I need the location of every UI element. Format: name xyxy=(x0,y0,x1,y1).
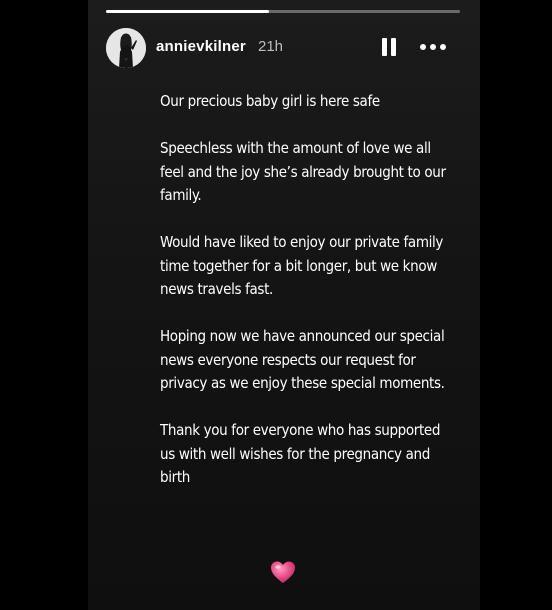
caption-paragraph: Would have liked to enjoy our private fa… xyxy=(160,233,444,298)
caption-paragraph: Our precious baby girl is here safe xyxy=(160,92,380,110)
story-progress-fill xyxy=(106,10,269,13)
profile-photo-icon xyxy=(106,28,146,68)
more-options-button[interactable] xyxy=(420,42,448,52)
avatar[interactable] xyxy=(106,28,146,68)
story-progress-bar xyxy=(106,10,460,13)
pause-icon xyxy=(382,38,387,56)
pink-heart-icon xyxy=(271,561,295,583)
more-options-icon xyxy=(420,44,426,50)
story-timestamp: 21h xyxy=(258,38,284,55)
caption-paragraph: Thank you for everyone who has supported… xyxy=(160,421,441,486)
story-username[interactable]: annievkilner xyxy=(156,38,246,55)
pause-button[interactable] xyxy=(382,38,398,58)
story-caption: Our precious baby girl is here safe Spee… xyxy=(160,90,450,513)
story-header: annievkilner 21h xyxy=(106,28,462,68)
more-options-dot xyxy=(440,44,446,50)
more-options-dot xyxy=(430,44,436,50)
story-viewer[interactable]: annievkilner 21h Our precious baby girl … xyxy=(88,0,480,610)
caption-paragraph: Speechless with the amount of love we al… xyxy=(160,139,446,204)
pause-icon-bar xyxy=(391,38,396,56)
heart-sticker xyxy=(269,558,297,586)
caption-paragraph: Hoping now we have announced our special… xyxy=(160,327,445,392)
